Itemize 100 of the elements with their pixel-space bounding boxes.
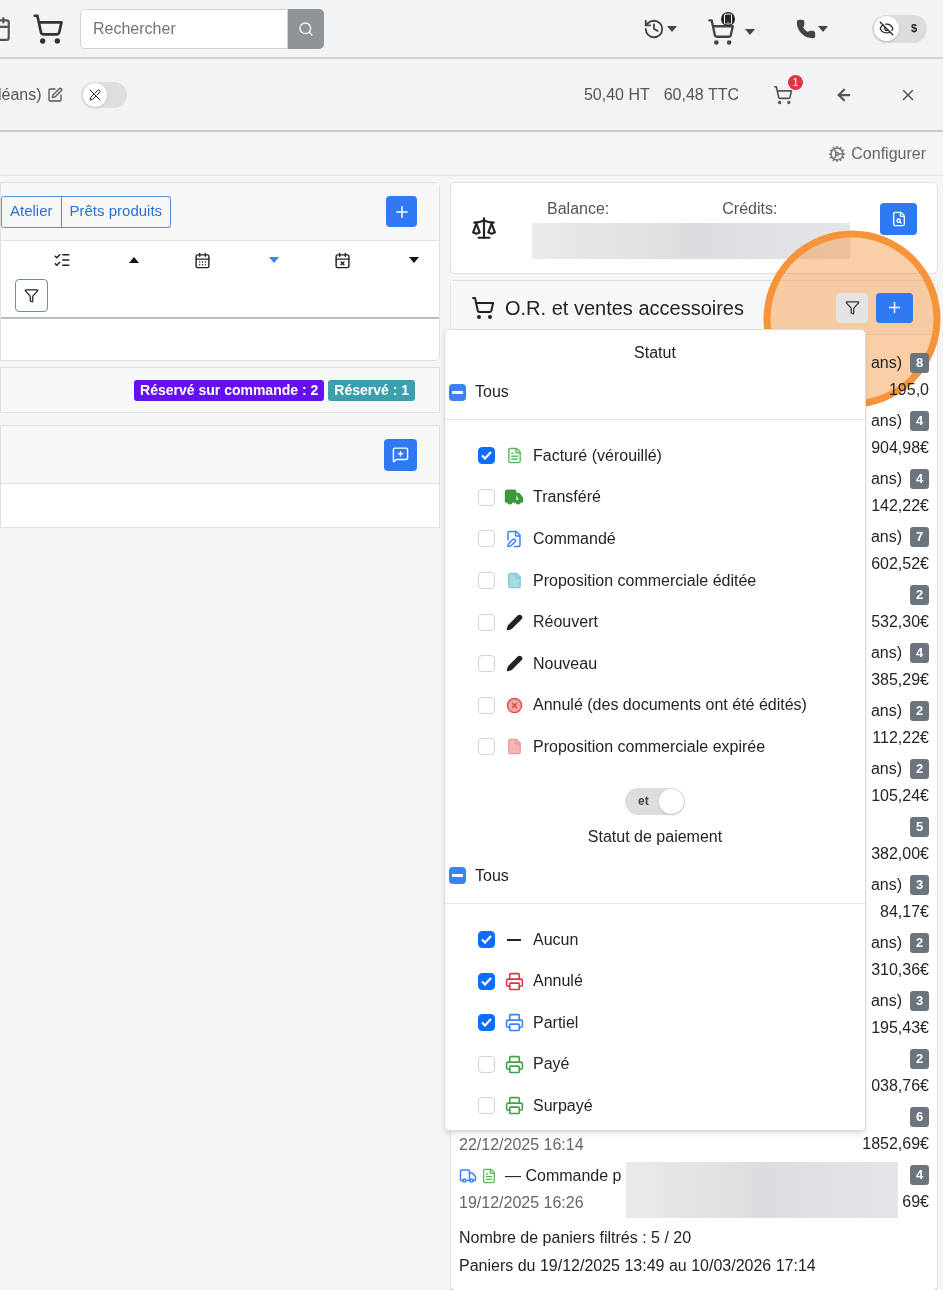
- item-count: 4: [910, 411, 929, 431]
- pencil-icon: [505, 613, 523, 631]
- comment-plus-icon: [392, 446, 409, 463]
- order-amount: 532,30€: [871, 612, 929, 632]
- add-button[interactable]: [876, 292, 913, 323]
- scale-icon: [471, 215, 497, 241]
- caret-icon: [745, 28, 755, 35]
- search-field[interactable]: Rechercher: [80, 8, 288, 49]
- item-count: 6: [910, 1107, 929, 1127]
- checkmark-icon: [481, 935, 492, 945]
- section-title: Statut: [633, 343, 677, 363]
- cart-icon: [707, 17, 735, 46]
- truck-icon: [459, 1167, 477, 1185]
- calendar-icon[interactable]: [194, 251, 211, 269]
- item-count: 4: [910, 1165, 929, 1185]
- filter-button[interactable]: [836, 292, 868, 323]
- order-name-tail: ans): [870, 701, 902, 721]
- order-name-tail: ans): [870, 353, 902, 373]
- document-icon: [505, 738, 523, 756]
- item-count: 2: [910, 701, 929, 721]
- filter-option-label: Aucun: [533, 929, 579, 950]
- cross-circle-icon: [505, 696, 523, 714]
- checkmark-icon: [481, 451, 492, 461]
- order-title: — Commande p: [505, 1166, 622, 1186]
- checkmark-icon: [481, 1018, 492, 1028]
- pencil-icon: [505, 655, 523, 673]
- tab[interactable]: Atelier: [1, 195, 62, 228]
- filter-icon: [844, 300, 860, 315]
- order-amount: 142,22€: [871, 496, 929, 516]
- phone-button[interactable]: [796, 18, 828, 39]
- order-name-tail: ans): [870, 759, 902, 779]
- order-name-tail: ans): [870, 933, 902, 953]
- document-search-icon: [890, 211, 907, 227]
- pen-off-icon: [88, 88, 101, 101]
- section-title: Statut de paiement: [586, 826, 724, 847]
- checkbox[interactable]: [478, 972, 495, 990]
- item-count: 2: [910, 933, 929, 953]
- order-date: 19/12/2025 16:26: [459, 1193, 585, 1213]
- checkmark-icon: [481, 976, 492, 986]
- dash-icon: [507, 938, 521, 941]
- order-amount: 195,43€: [871, 1018, 929, 1038]
- order-amount: 1852,69€: [862, 1134, 929, 1154]
- switch[interactable]: [80, 81, 127, 108]
- reservation-badge: Réservé sur commande : 2: [134, 379, 325, 401]
- document-search-button[interactable]: [880, 203, 917, 235]
- search-icon: [298, 20, 314, 37]
- filter-option-label: Partiel: [533, 1012, 579, 1033]
- select-all-checkbox[interactable]: [449, 867, 466, 885]
- item-count: 3: [910, 875, 929, 895]
- item-count: 5: [910, 817, 929, 837]
- checklist-icon[interactable]: [53, 251, 71, 269]
- order-amount: 112,22€: [872, 728, 929, 748]
- calendar-alert-icon[interactable]: [334, 251, 351, 269]
- filter-option-label: Proposition commerciale éditée: [533, 570, 757, 591]
- document-pen-icon: [505, 530, 523, 548]
- caret-icon: [667, 25, 677, 32]
- item-count: 2: [910, 585, 929, 605]
- cart-phone-button[interactable]: [707, 11, 756, 46]
- item-count: 3: [910, 991, 929, 1011]
- price-visibility-toggle[interactable]: $: [872, 14, 927, 43]
- and-toggle[interactable]: et: [625, 787, 685, 815]
- eye-slash-icon: [879, 21, 894, 36]
- item-count: 4: [910, 643, 929, 663]
- filter-option-label: Nouveau: [533, 653, 598, 674]
- filter-option-label: Annulé (des documents ont été édités): [533, 695, 807, 716]
- document-icon: [505, 447, 523, 465]
- order-name-tail: ans): [870, 875, 902, 895]
- add-comment-button[interactable]: [384, 438, 417, 471]
- history-button[interactable]: [643, 17, 677, 40]
- checkbox[interactable]: [478, 447, 495, 465]
- order-amount: 038,76€: [871, 1076, 929, 1096]
- history-icon: [643, 17, 665, 40]
- checkbox[interactable]: [478, 1014, 495, 1032]
- filter-button[interactable]: [15, 279, 48, 312]
- filter-option-label: Proposition commerciale expirée: [533, 736, 766, 757]
- document-icon: [505, 572, 523, 590]
- price-total: 50,40 HT: [583, 84, 650, 105]
- add-button[interactable]: [386, 196, 417, 227]
- order-amount: 84,17€: [880, 902, 929, 922]
- filter-option-label: Commandé: [533, 529, 616, 549]
- item-count: 8: [910, 353, 929, 373]
- select-all-checkbox[interactable]: [449, 383, 466, 401]
- item-count: 2: [910, 759, 929, 779]
- item-count: 7: [910, 527, 929, 547]
- order-amount: 382,00€: [871, 844, 929, 864]
- gear-icon: [828, 144, 847, 163]
- balance-label: Balance:: [547, 199, 610, 219]
- currency-label: $: [910, 21, 917, 37]
- checkbox[interactable]: [478, 931, 495, 949]
- search-button[interactable]: [288, 8, 324, 49]
- cart-count: 1: [788, 74, 803, 90]
- order-date: 22/12/2025 16:14: [459, 1135, 584, 1155]
- price-total: 60,48 TTC: [663, 84, 739, 105]
- cart-icon[interactable]: [773, 84, 793, 105]
- item-count: 2: [910, 1049, 929, 1069]
- plus-icon: [886, 299, 903, 316]
- tab[interactable]: Prêts produits: [61, 195, 172, 228]
- select-all-label: Tous: [475, 382, 509, 402]
- edit-icon[interactable]: [46, 86, 63, 103]
- configure-button[interactable]: Configurer: [828, 141, 926, 166]
